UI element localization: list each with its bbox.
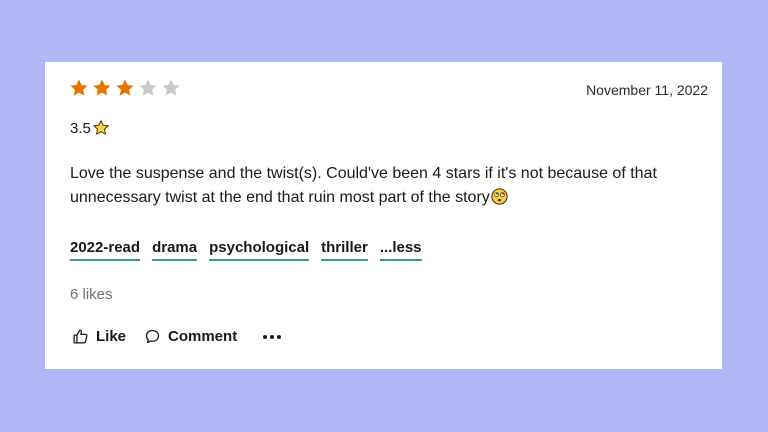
show-less-link[interactable]: ...less [379, 239, 422, 261]
shelf-tags: 2022-read drama psychological thriller ...le… [70, 239, 422, 261]
dot [270, 334, 275, 339]
comment-button[interactable]: Comment [144, 328, 237, 345]
star-filled-icon [70, 79, 88, 96]
shelf-tag[interactable]: drama [152, 239, 198, 261]
dot [263, 334, 268, 339]
star-filled-icon [116, 79, 134, 96]
shelf-tag[interactable]: thriller [321, 239, 368, 261]
more-options-icon[interactable] [263, 334, 282, 339]
review-text: Love the suspense and the twist(s). Coul… [70, 162, 680, 210]
comment-bubble-icon [145, 329, 160, 344]
star-filled-icon [93, 79, 111, 96]
shelf-tag[interactable]: 2022-read [70, 239, 141, 261]
like-button[interactable]: Like [72, 328, 126, 345]
thumbs-up-icon [73, 329, 88, 344]
review-actions: Like Comment [72, 328, 282, 345]
like-label: Like [96, 328, 127, 345]
likes-count: 6 likes [70, 286, 113, 303]
review-date: November 11, 2022 [586, 82, 708, 98]
review-body: Love the suspense and the twist(s). Coul… [70, 165, 657, 206]
star-emoji-icon [93, 120, 109, 135]
comment-label: Comment [168, 328, 238, 345]
score-value: 3.5 [70, 119, 91, 137]
personal-score: 3.5 [70, 119, 110, 137]
dot [277, 334, 282, 339]
review-card: November 11, 2022 3.5 Love the suspense … [45, 62, 722, 369]
face-with-rolling-eyes-emoji [491, 188, 508, 205]
shelf-tag[interactable]: psychological [209, 239, 310, 261]
star-empty-icon [162, 79, 180, 96]
star-rating [69, 78, 181, 98]
star-empty-icon [139, 79, 157, 96]
